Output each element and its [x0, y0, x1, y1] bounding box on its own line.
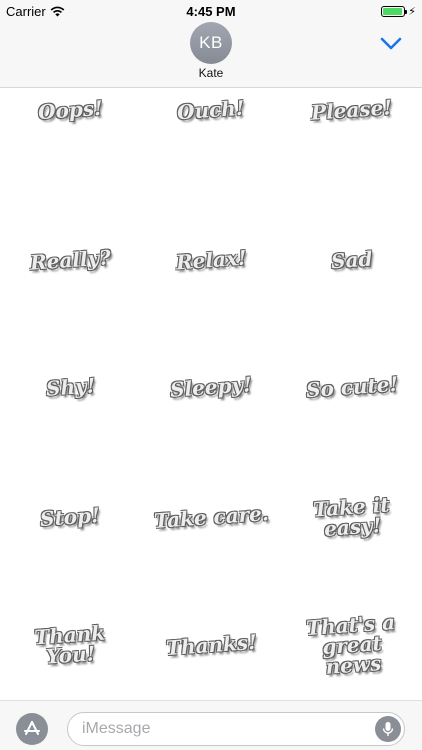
avatar[interactable]: KB — [190, 22, 232, 64]
sticker-label: So cute! — [304, 371, 399, 402]
messages-header: Carrier 4:45 PM ⚡ KB Kate — [0, 0, 422, 88]
sticker-label: Sad — [330, 246, 374, 273]
sticker-label: Thank You! — [33, 620, 107, 669]
sticker-label: That's a great news — [305, 609, 396, 679]
sticker-thanks[interactable]: Thanks! — [141, 576, 282, 700]
sticker-grid: Oops! Ouch! Please! Really? Relax! Sad S… — [0, 88, 422, 700]
app-store-button[interactable] — [16, 713, 48, 745]
imessage-input[interactable] — [67, 712, 405, 746]
sticker-label: Take it easy! — [312, 491, 390, 541]
sticker-label: Stop! — [39, 502, 101, 531]
sticker-label: Ouch! — [176, 95, 246, 124]
microphone-icon — [382, 722, 394, 736]
status-bar: Carrier 4:45 PM ⚡ — [0, 0, 422, 22]
sticker-thank-you[interactable]: Thank You! — [0, 576, 141, 700]
status-time: 4:45 PM — [186, 3, 236, 19]
sticker-take-it-easy[interactable]: Take it easy! — [281, 445, 422, 588]
sticker-label: Really? — [29, 244, 112, 275]
battery-icon — [381, 5, 408, 17]
collapse-button[interactable] — [376, 30, 406, 56]
sticker-label: Please! — [310, 94, 393, 125]
sticker-so-cute[interactable]: So cute! — [281, 310, 422, 463]
sticker-sleepy[interactable]: Sleepy! — [141, 310, 282, 463]
sticker-stop[interactable]: Stop! — [0, 445, 141, 588]
sticker-label: Sleepy! — [169, 371, 253, 402]
battery-fill — [383, 7, 403, 15]
sticker-shy[interactable]: Shy! — [0, 310, 141, 463]
sticker-label: Shy! — [44, 372, 96, 401]
microphone-button[interactable] — [375, 716, 401, 742]
contact-name[interactable]: Kate — [0, 66, 422, 80]
message-input-bar — [0, 700, 422, 750]
sticker-thats-a-great-news[interactable]: That's a great news — [281, 576, 422, 700]
chevron-down-icon — [380, 37, 402, 49]
sticker-label: Thanks! — [164, 629, 258, 660]
sticker-label: Relax! — [174, 245, 248, 274]
app-store-icon — [24, 721, 40, 735]
sticker-label: Oops! — [37, 95, 104, 124]
sticker-label: Take care. — [152, 500, 270, 533]
sticker-take-care[interactable]: Take care. — [141, 445, 282, 588]
